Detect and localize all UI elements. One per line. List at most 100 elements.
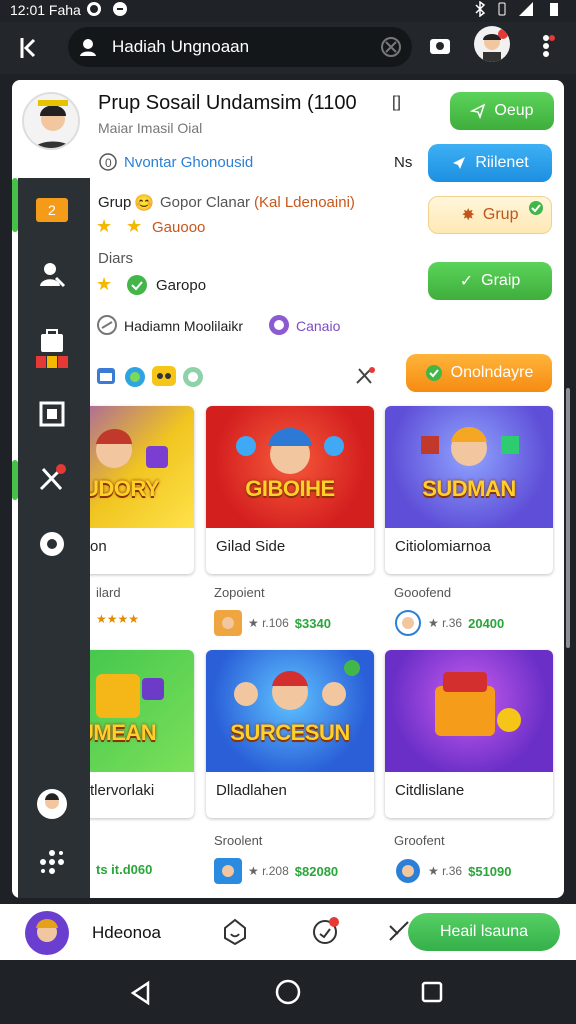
card-meta: Gooofend bbox=[394, 585, 452, 600]
game-thumb-icon bbox=[214, 610, 242, 636]
vibrate-icon bbox=[498, 2, 506, 16]
info-icon: 0 bbox=[99, 153, 117, 171]
graip-label: Graip bbox=[481, 272, 521, 289]
card-meta: ilard bbox=[96, 585, 121, 600]
game-card[interactable]: Citdlislane bbox=[385, 650, 553, 818]
notification-icon bbox=[113, 2, 127, 16]
pages-icon bbox=[39, 401, 65, 427]
check-icon: ✓ bbox=[459, 273, 474, 290]
game-art bbox=[206, 406, 374, 528]
game-thumb-icon bbox=[396, 859, 420, 883]
price-text: $82080 bbox=[294, 863, 339, 879]
check-circle-icon bbox=[425, 365, 442, 381]
users-icon bbox=[40, 263, 66, 288]
nav-home-icon[interactable] bbox=[274, 978, 302, 1006]
game-name: tlervorlaki bbox=[90, 782, 155, 799]
rating-label: Gauooo bbox=[152, 219, 206, 236]
grup-detail-highlight: (Kal Ldenoaini) bbox=[254, 194, 355, 211]
game-card[interactable]: SURCESUN Dlladlahen bbox=[206, 650, 374, 818]
game-art-title: GIBOIHE bbox=[245, 476, 335, 501]
badge-icon bbox=[183, 367, 203, 387]
grup-detail: Gopor Clanar bbox=[160, 194, 251, 211]
notification-bell-icon[interactable] bbox=[312, 916, 342, 946]
game-name: on bbox=[90, 538, 107, 555]
card-price-row: ★ r.106 $3340 bbox=[214, 610, 331, 636]
settings-icon bbox=[97, 315, 117, 335]
rail-item-settings[interactable] bbox=[34, 528, 70, 560]
grup-label: Grup bbox=[98, 194, 132, 211]
card-price-row: ts it.d060 bbox=[96, 862, 152, 877]
rail-item-users[interactable] bbox=[34, 258, 70, 290]
clear-icon[interactable] bbox=[380, 36, 402, 58]
nav-back-icon[interactable] bbox=[128, 980, 154, 1006]
bluetooth-icon bbox=[475, 1, 486, 17]
oeup-label: Oeup bbox=[494, 102, 534, 119]
tools-icon[interactable] bbox=[354, 366, 376, 386]
status-time: 12:01 Faha bbox=[10, 2, 81, 18]
group-bracket: [] bbox=[392, 94, 401, 111]
card-meta: Sroolent bbox=[214, 833, 263, 848]
avatar-icon bbox=[37, 789, 67, 819]
chat-icon[interactable] bbox=[222, 918, 248, 946]
onolndayre-label: Onolndayre bbox=[450, 364, 534, 381]
game-thumb-icon bbox=[395, 610, 421, 636]
graip-button[interactable]: ✓ Graip bbox=[428, 262, 552, 300]
price-text: ts it.d060 bbox=[96, 862, 153, 877]
search-query: Hadiah Ungnoaan bbox=[112, 37, 250, 56]
card-price-row: ★ r.36 $51090 bbox=[394, 858, 512, 884]
rail-item-badge[interactable]: 2 bbox=[34, 194, 70, 226]
rail-item-apps[interactable] bbox=[34, 846, 70, 878]
camera-icon[interactable] bbox=[428, 33, 452, 57]
game-art bbox=[385, 650, 553, 772]
card-rating: ★★★★ bbox=[96, 612, 139, 626]
grup-button-label: Grup bbox=[482, 206, 519, 223]
settings-icon bbox=[40, 532, 64, 556]
bag-icon bbox=[41, 329, 63, 352]
rating-text: ★ r.208 bbox=[248, 864, 289, 878]
search-field[interactable]: Hadiah Ungnoaan bbox=[68, 27, 412, 67]
mod-tag-icon bbox=[269, 315, 289, 335]
star-icon: ★ bbox=[96, 216, 113, 236]
user-avatar[interactable] bbox=[24, 910, 70, 956]
riilenet-button[interactable]: Riilenet bbox=[428, 144, 552, 182]
status-bar: 12:01 Faha bbox=[0, 0, 576, 22]
member-badge: Ns bbox=[394, 154, 413, 171]
profile-avatar-small[interactable] bbox=[474, 26, 510, 62]
game-thumb-icon bbox=[214, 858, 242, 884]
battery-icon bbox=[550, 3, 558, 16]
emoji-icon: 😊 bbox=[134, 195, 154, 212]
share-icon[interactable] bbox=[388, 920, 410, 942]
svg-text:0: 0 bbox=[105, 156, 112, 170]
onolndayre-button[interactable]: Onolndayre bbox=[406, 354, 552, 392]
calendar-icon bbox=[97, 368, 115, 384]
game-art bbox=[206, 650, 374, 772]
card-price-row: ★ r.36 20400 bbox=[394, 610, 504, 636]
system-nav-bar bbox=[0, 960, 576, 1024]
badge-number-icon: 2 bbox=[36, 198, 68, 222]
oeup-button[interactable]: Oeup bbox=[450, 92, 554, 130]
mod-line: Hadiamn Moolilaikr bbox=[124, 318, 244, 334]
svg-text:2: 2 bbox=[48, 202, 56, 218]
card-meta: Zopoient bbox=[214, 585, 265, 600]
sparkle-icon: ✸ bbox=[461, 207, 475, 224]
rail-item-profile[interactable] bbox=[34, 788, 70, 820]
rail-item-pages[interactable] bbox=[34, 398, 70, 430]
user-icon bbox=[80, 39, 96, 56]
rating-text: ★ r.36 bbox=[428, 616, 463, 630]
riilenet-label: Riilenet bbox=[475, 154, 529, 171]
rail-item-flags[interactable] bbox=[34, 352, 70, 372]
bottom-label: Hdeonoa bbox=[92, 923, 162, 942]
rail-item-tools[interactable] bbox=[34, 462, 70, 494]
nav-recents-icon[interactable] bbox=[420, 980, 444, 1004]
group-avatar[interactable] bbox=[22, 92, 80, 150]
more-options-icon[interactable] bbox=[536, 32, 556, 60]
scrollbar[interactable] bbox=[566, 388, 570, 648]
diars-value: Garopo bbox=[156, 277, 207, 294]
game-card[interactable]: GIBOIHE Gilad Side bbox=[206, 406, 374, 574]
back-arrow-icon[interactable] bbox=[14, 32, 46, 64]
check-circle-icon bbox=[127, 275, 147, 295]
game-card[interactable]: SUDMAN Citiolomiarnoa bbox=[385, 406, 553, 574]
card-meta: Groofent bbox=[394, 833, 445, 848]
heail-button[interactable]: Heail lsauna bbox=[408, 913, 560, 951]
whatsapp-icon bbox=[87, 2, 101, 16]
